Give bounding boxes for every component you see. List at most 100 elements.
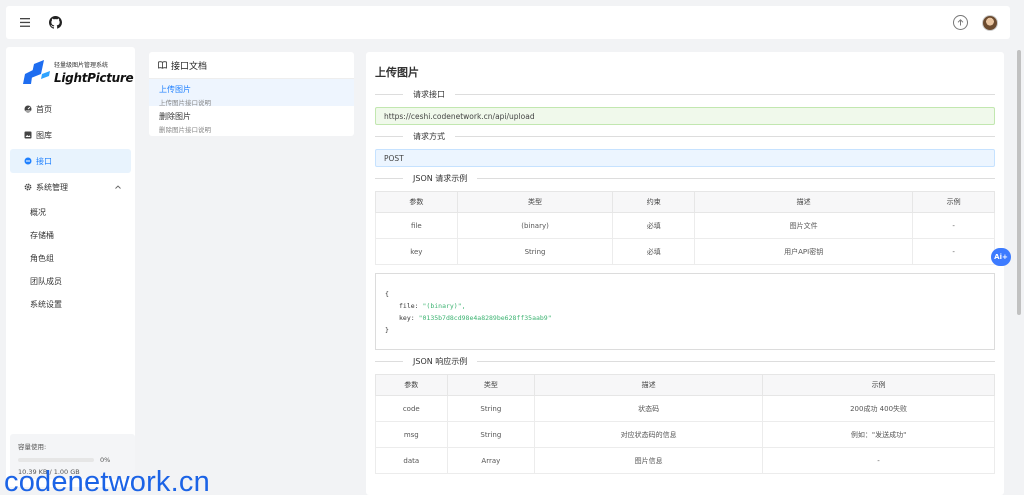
- app-logo[interactable]: 轻量级图片管理系统 LightPicture: [6, 57, 135, 87]
- section-divider: 请求接口: [375, 89, 995, 99]
- table-cell: msg: [375, 421, 448, 448]
- logo-subtitle: 轻量级图片管理系统: [54, 61, 109, 69]
- table-cell: 图片文件: [694, 212, 914, 239]
- top-bar: [6, 6, 1010, 39]
- sidebar-subitem-settings[interactable]: 系统设置: [6, 293, 135, 316]
- ai-assistant-button[interactable]: Ai+: [991, 248, 1011, 266]
- section-request-example-title: JSON 请求示例: [413, 173, 468, 183]
- sidebar-item-label: 系统管理: [36, 182, 68, 192]
- table-row: code String 状态码 200成功 400失败: [375, 395, 995, 422]
- doc-item-delete[interactable]: 删除图片 删除图片接口说明: [149, 106, 354, 134]
- github-icon[interactable]: [48, 16, 62, 30]
- sidebar-item-api[interactable]: 接口: [10, 149, 131, 173]
- table-cell: 状态码: [534, 395, 764, 422]
- table-row: file (binary) 必填 图片文件 -: [375, 212, 995, 239]
- request-json-example: { file: "(binary)", key: "0135b7d8cd98e4…: [375, 273, 995, 350]
- api-doc-list: 接口文档 上传图片 上传图片接口说明 删除图片 删除图片接口说明: [149, 52, 354, 136]
- page-title: 上传图片: [375, 66, 419, 79]
- request-method: POST: [375, 149, 995, 167]
- book-icon: [158, 61, 167, 69]
- table-cell: 200成功 400失败: [762, 395, 995, 422]
- logo-title: LightPicture: [54, 70, 134, 85]
- table-cell: 用户API密钥: [694, 238, 914, 265]
- dashboard-icon: [23, 105, 32, 114]
- page-scrollbar[interactable]: [1017, 50, 1021, 315]
- hamburger-icon[interactable]: [18, 16, 32, 30]
- code-line: file: "(binary)",: [399, 302, 466, 310]
- table-cell: 图片信息: [534, 447, 764, 474]
- sidebar-item-home[interactable]: 首页: [10, 97, 131, 121]
- section-endpoint-title: 请求接口: [413, 89, 445, 99]
- table-cell: key: [375, 238, 458, 265]
- doc-list-title: 接口文档: [171, 61, 208, 72]
- sidebar-item-gallery[interactable]: 图库: [10, 123, 131, 147]
- doc-item-title: 删除图片: [159, 112, 191, 121]
- section-method-title: 请求方式: [413, 131, 445, 141]
- request-params-table: 参数 类型 约束 描述 示例 file (binary) 必填 图片文件 - k…: [375, 191, 995, 265]
- sidebar-item-label: 首页: [36, 104, 52, 114]
- table-cell: -: [762, 447, 995, 474]
- endpoint-url: https://ceshi.codenetwork.cn/api/upload: [375, 107, 995, 125]
- lightpicture-logo-icon: [22, 60, 52, 84]
- table-header-row: 参数 类型 描述 示例: [375, 374, 995, 396]
- doc-item-title: 上传图片: [159, 85, 191, 94]
- doc-list-header: 接口文档: [149, 52, 354, 79]
- gallery-icon: [23, 131, 32, 140]
- sidebar: 轻量级图片管理系统 LightPicture 首页 图库 接口 系统管理 概况 …: [6, 47, 135, 487]
- gear-icon: [23, 183, 32, 192]
- table-cell: -: [912, 238, 995, 265]
- sidebar-subitem-roles[interactable]: 角色组: [6, 247, 135, 270]
- code-line: {: [385, 290, 389, 298]
- table-cell: file: [375, 212, 458, 239]
- code-line: key: "0135b7d8cd98e4a8289be628ff35aab9": [399, 314, 552, 322]
- watermark-text: codenetwork.cn: [4, 466, 210, 495]
- sidebar-item-label: 图库: [36, 130, 52, 140]
- table-row: key String 必填 用户API密钥 -: [375, 238, 995, 265]
- table-cell: 必填: [612, 212, 696, 239]
- table-header: 参数: [375, 191, 458, 213]
- sidebar-item-label: 接口: [36, 156, 52, 166]
- response-params-table: 参数 类型 描述 示例 code String 状态码 200成功 400失败 …: [375, 374, 995, 474]
- sidebar-subitem-members[interactable]: 团队成员: [6, 270, 135, 293]
- table-header: 类型: [456, 191, 614, 213]
- capacity-percent: 0%: [100, 456, 111, 464]
- capacity-label: 容量使用:: [18, 443, 47, 451]
- table-header: 类型: [446, 374, 536, 396]
- table-cell: 例如："发送成功": [762, 421, 995, 448]
- table-cell: code: [375, 395, 448, 422]
- table-cell: -: [912, 212, 995, 239]
- upload-arrow-icon[interactable]: [953, 15, 968, 30]
- sidebar-subitem-buckets[interactable]: 存储桶: [6, 224, 135, 247]
- table-header: 示例: [762, 374, 995, 396]
- table-cell: String: [446, 421, 536, 448]
- table-cell: (binary): [456, 212, 614, 239]
- section-divider: 请求方式: [375, 131, 995, 141]
- table-header-row: 参数 类型 约束 描述 示例: [375, 191, 995, 213]
- section-response-example-title: JSON 响应示例: [413, 356, 468, 366]
- user-avatar[interactable]: [982, 14, 998, 31]
- table-cell: Array: [446, 447, 536, 474]
- table-cell: String: [456, 238, 614, 265]
- sidebar-item-system[interactable]: 系统管理: [10, 175, 131, 199]
- section-divider: JSON 请求示例: [375, 173, 995, 183]
- table-header: 参数: [375, 374, 448, 396]
- table-cell: data: [375, 447, 448, 474]
- capacity-progress-bar: [18, 458, 94, 462]
- code-line: }: [385, 326, 389, 334]
- table-header: 示例: [912, 191, 995, 213]
- table-header: 描述: [694, 191, 914, 213]
- chevron-up-icon: [115, 183, 121, 191]
- api-icon: [23, 157, 32, 166]
- table-cell: 必填: [612, 238, 696, 265]
- api-detail-panel: 上传图片 请求接口 https://ceshi.codenetwork.cn/a…: [366, 52, 1004, 495]
- section-divider: JSON 响应示例: [375, 356, 995, 366]
- doc-item-desc: 删除图片接口说明: [159, 126, 211, 134]
- table-cell: String: [446, 395, 536, 422]
- sidebar-subitem-overview[interactable]: 概况: [6, 201, 135, 224]
- table-row: msg String 对应状态码的信息 例如："发送成功": [375, 421, 995, 448]
- table-header: 描述: [534, 374, 764, 396]
- table-cell: 对应状态码的信息: [534, 421, 764, 448]
- doc-item-upload[interactable]: 上传图片 上传图片接口说明: [149, 79, 354, 107]
- table-row: data Array 图片信息 -: [375, 447, 995, 474]
- table-header: 约束: [612, 191, 696, 213]
